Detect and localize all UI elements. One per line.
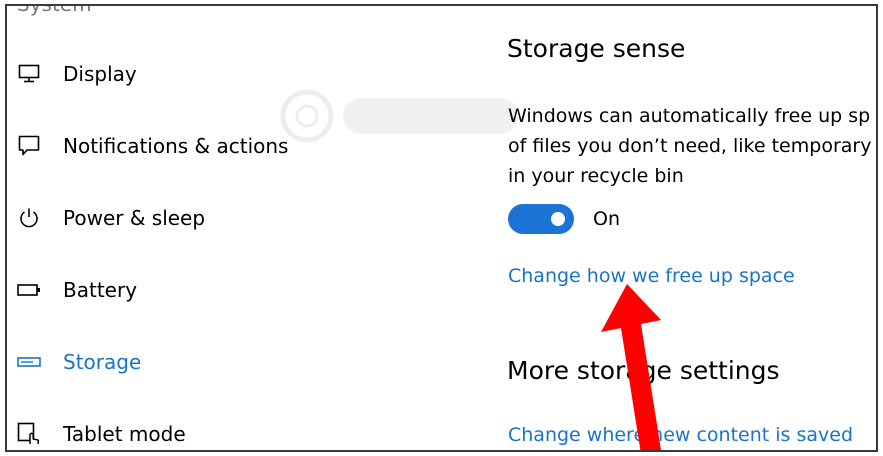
sidebar-item-label: Power & sleep [63, 206, 206, 230]
sidebar-item-display[interactable]: Display [7, 54, 307, 94]
settings-window: System Display Notifications & actions P… [5, 4, 878, 452]
section-title: System [17, 4, 92, 16]
sidebar-item-label: Tablet mode [63, 422, 186, 446]
storage-sense-toggle[interactable] [508, 204, 574, 234]
monitor-icon [16, 61, 42, 87]
sidebar-item-tablet-mode[interactable]: Tablet mode [7, 414, 307, 450]
watermark-logo-icon [280, 89, 518, 143]
toggle-knob [551, 212, 565, 226]
storage-sense-heading: Storage sense [507, 34, 686, 63]
sidebar-item-label: Notifications & actions [63, 134, 289, 158]
tablet-mode-icon [16, 421, 42, 447]
sidebar-item-label: Battery [63, 278, 138, 302]
description-line: of files you don’t need, like temporary [508, 135, 872, 157]
description-line: Windows can automatically free up sp [508, 105, 871, 127]
more-storage-settings-heading: More storage settings [507, 356, 780, 385]
storage-sense-description: Windows can automatically free up sp of … [508, 101, 876, 191]
change-how-we-free-up-space-link[interactable]: Change how we free up space [508, 265, 795, 287]
power-icon [16, 205, 42, 231]
storage-icon [16, 349, 42, 375]
description-line: in your recycle bin [508, 165, 684, 187]
battery-icon [16, 277, 42, 303]
change-where-new-content-saved-link[interactable]: Change where new content is saved [508, 424, 853, 446]
toggle-state-label: On [593, 208, 620, 230]
sidebar: System Display Notifications & actions P… [7, 6, 307, 450]
main-content: Storage sense Windows can automatically … [507, 6, 876, 450]
sidebar-item-label: Display [63, 62, 137, 86]
sidebar-item-battery[interactable]: Battery [7, 270, 307, 310]
sidebar-item-notifications[interactable]: Notifications & actions [7, 126, 307, 166]
sidebar-item-power-sleep[interactable]: Power & sleep [7, 198, 307, 238]
sidebar-item-label: Storage [63, 350, 142, 374]
sidebar-item-storage[interactable]: Storage [7, 342, 307, 382]
speech-bubble-icon [16, 133, 42, 159]
